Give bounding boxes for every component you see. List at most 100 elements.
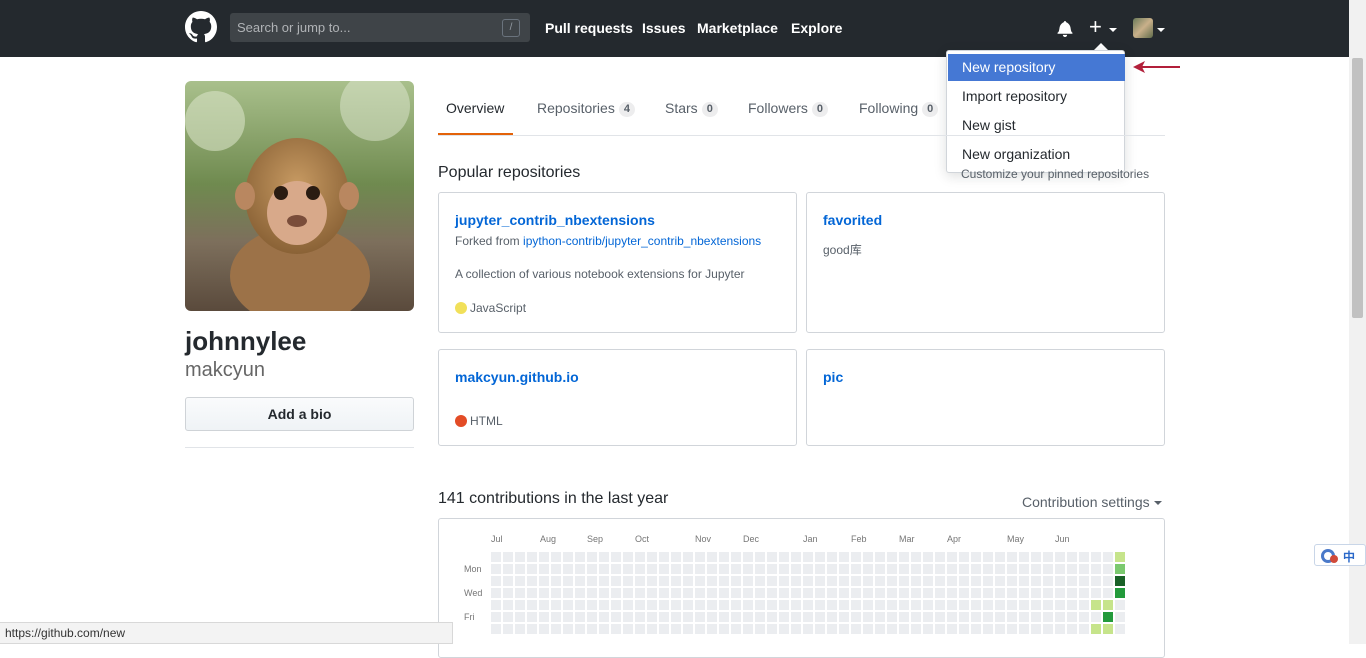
contribution-day[interactable] [731, 552, 741, 562]
contribution-day[interactable] [1067, 564, 1077, 574]
contribution-day[interactable] [491, 552, 501, 562]
nav-pull-requests[interactable]: Pull requests [545, 20, 633, 36]
contribution-day[interactable] [659, 564, 669, 574]
contribution-day[interactable] [1055, 576, 1065, 586]
contribution-day[interactable] [1031, 552, 1041, 562]
contribution-day[interactable] [779, 576, 789, 586]
contribution-day[interactable] [611, 624, 621, 634]
contribution-day[interactable] [743, 564, 753, 574]
contribution-day[interactable] [503, 564, 513, 574]
contribution-day[interactable] [1019, 576, 1029, 586]
contribution-day[interactable] [755, 600, 765, 610]
menu-item-import-repository[interactable]: Import repository [948, 83, 1125, 110]
profile-avatar[interactable] [185, 81, 414, 311]
contribution-day[interactable] [1115, 624, 1125, 634]
contribution-day[interactable] [671, 588, 681, 598]
contribution-day[interactable] [491, 624, 501, 634]
contribution-day[interactable] [887, 576, 897, 586]
contribution-day[interactable] [647, 600, 657, 610]
repo-link[interactable]: makcyun.github.io [455, 369, 579, 385]
contribution-day[interactable] [671, 552, 681, 562]
contribution-day[interactable] [827, 552, 837, 562]
contribution-day[interactable] [503, 576, 513, 586]
contribution-day[interactable] [647, 624, 657, 634]
contribution-day[interactable] [1031, 564, 1041, 574]
contribution-day[interactable] [647, 588, 657, 598]
contribution-day[interactable] [767, 600, 777, 610]
contribution-day[interactable] [1091, 624, 1101, 634]
contribution-day[interactable] [527, 600, 537, 610]
contribution-day[interactable] [1079, 624, 1089, 634]
contribution-day[interactable] [539, 564, 549, 574]
contribution-day[interactable] [1067, 624, 1077, 634]
contribution-day[interactable] [803, 624, 813, 634]
contribution-day[interactable] [563, 612, 573, 622]
contribution-day[interactable] [851, 624, 861, 634]
contribution-day[interactable] [719, 552, 729, 562]
contribution-day[interactable] [779, 588, 789, 598]
contribution-day[interactable] [539, 588, 549, 598]
contribution-day[interactable] [611, 600, 621, 610]
contribution-day[interactable] [947, 612, 957, 622]
contribution-day[interactable] [719, 624, 729, 634]
contribution-day[interactable] [935, 624, 945, 634]
contribution-day[interactable] [1055, 612, 1065, 622]
contribution-day[interactable] [647, 612, 657, 622]
contribution-day[interactable] [887, 564, 897, 574]
contribution-day[interactable] [875, 600, 885, 610]
contribution-day[interactable] [539, 552, 549, 562]
contribution-day[interactable] [839, 600, 849, 610]
contribution-day[interactable] [839, 552, 849, 562]
contribution-day[interactable] [767, 588, 777, 598]
contribution-day[interactable] [827, 564, 837, 574]
contribution-day[interactable] [707, 552, 717, 562]
contribution-day[interactable] [791, 600, 801, 610]
contribution-day[interactable] [551, 588, 561, 598]
search-input[interactable] [230, 13, 500, 42]
contribution-day[interactable] [635, 612, 645, 622]
contribution-day[interactable] [719, 612, 729, 622]
contribution-day[interactable] [1091, 588, 1101, 598]
contribution-day[interactable] [503, 612, 513, 622]
contribution-day[interactable] [1031, 600, 1041, 610]
contribution-day[interactable] [1019, 624, 1029, 634]
contribution-day[interactable] [1043, 552, 1053, 562]
contribution-day[interactable] [1067, 588, 1077, 598]
contribution-day[interactable] [1091, 564, 1101, 574]
contribution-day[interactable] [515, 600, 525, 610]
contribution-day[interactable] [1043, 576, 1053, 586]
contribution-day[interactable] [551, 612, 561, 622]
contribution-day[interactable] [959, 564, 969, 574]
contribution-day[interactable] [611, 552, 621, 562]
customize-pins-link[interactable]: Customize your pinned repositories [961, 167, 1149, 181]
contribution-day[interactable] [611, 612, 621, 622]
contribution-day[interactable] [815, 552, 825, 562]
contribution-day[interactable] [971, 612, 981, 622]
contribution-day[interactable] [1103, 552, 1113, 562]
contribution-day[interactable] [707, 588, 717, 598]
contribution-day[interactable] [1103, 600, 1113, 610]
contribution-day[interactable] [815, 588, 825, 598]
contribution-day[interactable] [1043, 624, 1053, 634]
contribution-day[interactable] [563, 564, 573, 574]
contribution-day[interactable] [911, 552, 921, 562]
contribution-day[interactable] [1007, 576, 1017, 586]
contribution-day[interactable] [635, 588, 645, 598]
contribution-day[interactable] [1007, 612, 1017, 622]
contribution-day[interactable] [491, 564, 501, 574]
contribution-day[interactable] [1067, 612, 1077, 622]
contribution-day[interactable] [515, 564, 525, 574]
contribution-day[interactable] [1043, 564, 1053, 574]
contribution-day[interactable] [863, 624, 873, 634]
contribution-day[interactable] [731, 600, 741, 610]
nav-issues[interactable]: Issues [642, 20, 686, 36]
contribution-day[interactable] [575, 624, 585, 634]
contribution-day[interactable] [935, 552, 945, 562]
contribution-day[interactable] [899, 612, 909, 622]
contribution-day[interactable] [623, 564, 633, 574]
contribution-day[interactable] [659, 588, 669, 598]
contribution-day[interactable] [635, 576, 645, 586]
chevron-down-icon[interactable] [1109, 28, 1117, 32]
contribution-day[interactable] [803, 576, 813, 586]
contribution-day[interactable] [575, 612, 585, 622]
